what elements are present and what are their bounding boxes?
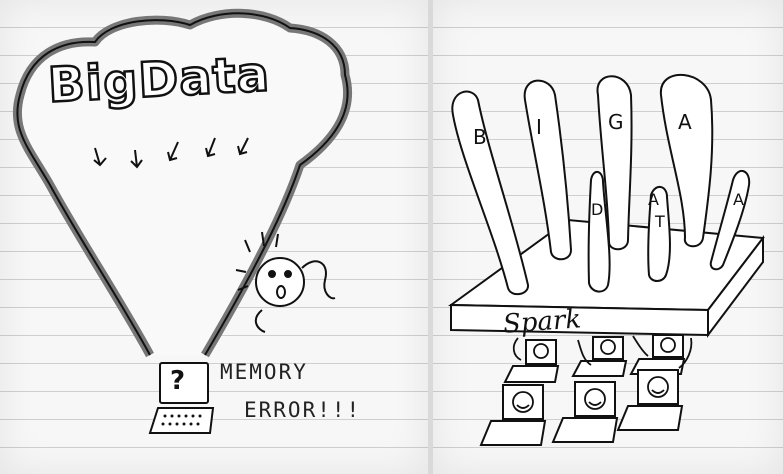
balloon-letter-b: B bbox=[473, 125, 487, 149]
balloon-letter-i: I bbox=[536, 115, 542, 139]
memory-error-line1: MEMORY bbox=[220, 360, 308, 384]
sketch-collage: BigData ? MEMORY ERROR!!! B I G A D A T … bbox=[0, 0, 783, 474]
balloon-letter-a: A bbox=[678, 110, 692, 134]
spark-label: Spark bbox=[502, 304, 583, 340]
balloon-letter-g: G bbox=[608, 110, 624, 134]
worker-laptops bbox=[479, 334, 686, 446]
right-panel-distributed-spark: B I G A D A T A Spark bbox=[433, 0, 783, 474]
memory-error-line2: ERROR!!! bbox=[244, 398, 362, 422]
question-mark-text: ? bbox=[170, 366, 186, 396]
balloon-letter-d: D bbox=[591, 200, 604, 219]
left-panel-single-machine: BigData ? MEMORY ERROR!!! bbox=[0, 0, 428, 474]
bigdata-cloud-text: BigData bbox=[45, 45, 272, 115]
balloon-letter-a3: A bbox=[733, 190, 744, 209]
right-sketch-drawing bbox=[448, 73, 765, 446]
balloon-letter-a2: A bbox=[648, 190, 659, 209]
balloon-letter-t: T bbox=[655, 212, 665, 231]
